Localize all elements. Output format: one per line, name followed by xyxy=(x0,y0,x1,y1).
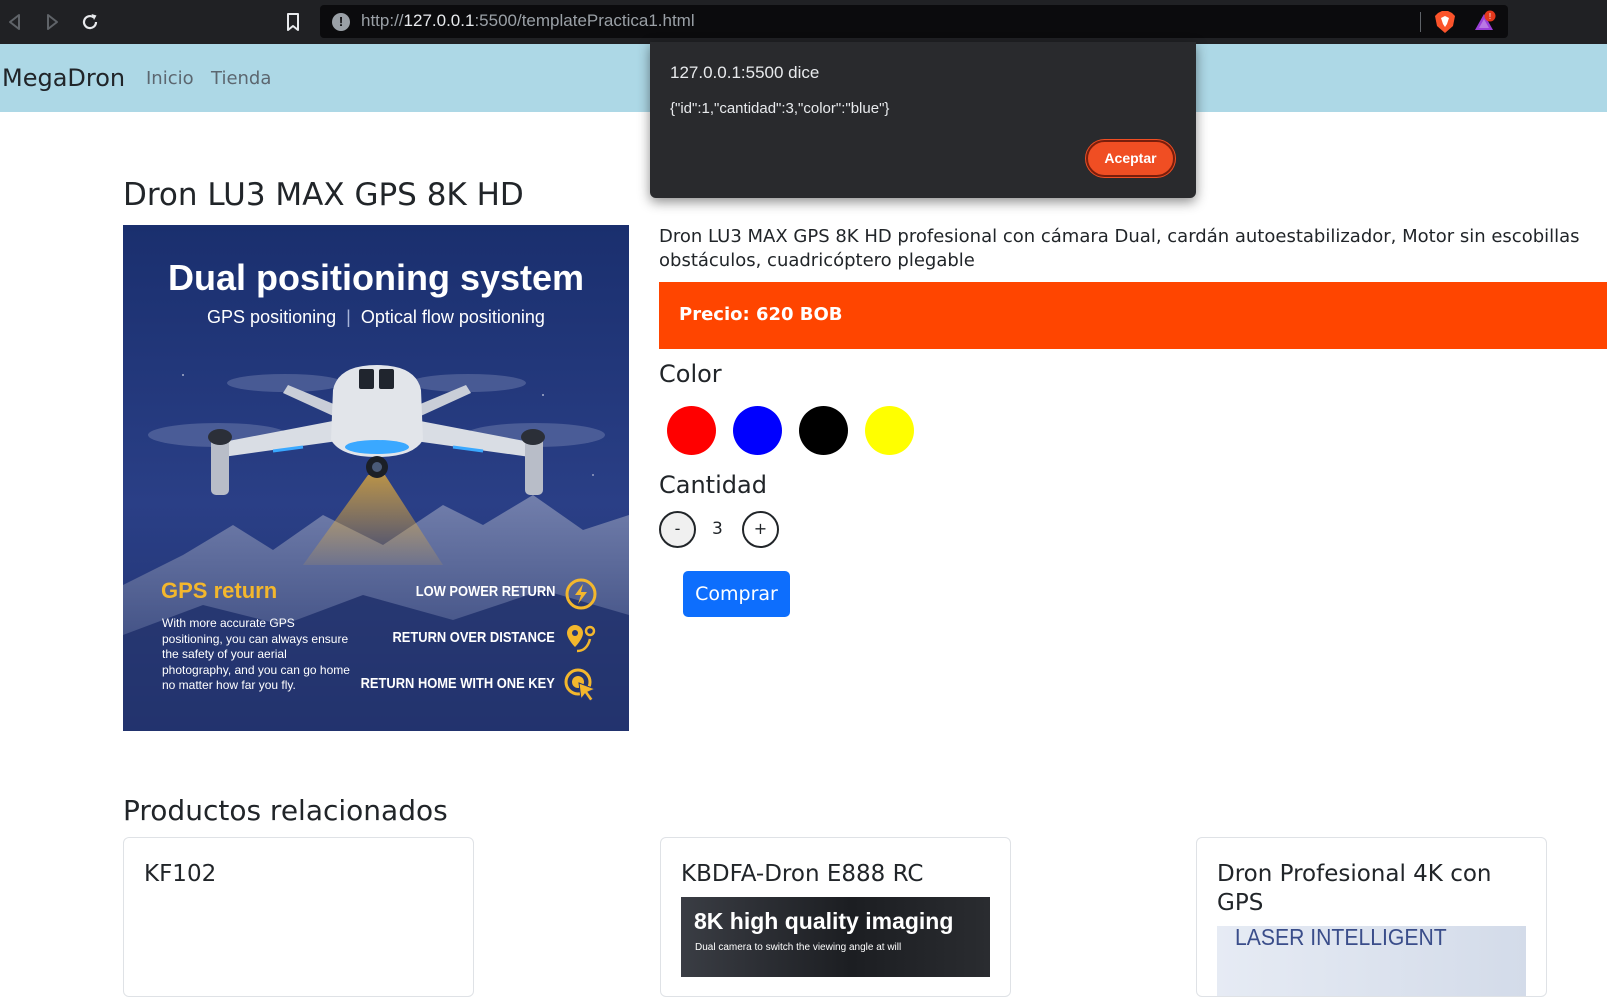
bookmark-icon[interactable] xyxy=(282,11,304,33)
product-title: Dron LU3 MAX GPS 8K HD xyxy=(123,177,524,213)
brand-logo[interactable]: MegaDron xyxy=(2,64,125,92)
color-swatch-red[interactable] xyxy=(667,406,716,455)
buy-button[interactable]: Comprar xyxy=(683,571,790,617)
price-banner: Precio: 620 BOB xyxy=(659,282,1607,349)
card-title: KBDFA-Dron E888 RC xyxy=(681,861,924,887)
lightning-icon xyxy=(563,576,599,612)
color-swatch-blue[interactable] xyxy=(733,406,782,455)
card-image-subtitle: Dual camera to switch the viewing angle … xyxy=(695,942,902,953)
color-label: Color xyxy=(659,360,722,388)
color-swatch-yellow[interactable] xyxy=(865,406,914,455)
feature-return-over-distance: RETURN OVER DISTANCE xyxy=(392,629,555,646)
card-title: Dron Profesional 4K con GPS xyxy=(1217,861,1492,916)
related-product-card[interactable]: Dron Profesional 4K con GPS LASER INTELL… xyxy=(1196,837,1547,997)
forward-icon[interactable] xyxy=(40,10,64,34)
product-description: Dron LU3 MAX GPS 8K HD profesional con c… xyxy=(659,226,1580,271)
related-product-card[interactable]: KF102 xyxy=(123,837,474,997)
feature-low-power-return: LOW POWER RETURN xyxy=(415,583,555,600)
gps-return-title: GPS return xyxy=(161,578,278,603)
color-swatch-black[interactable] xyxy=(799,406,848,455)
url-text: http://127.0.0.1:5500/templatePractica1.… xyxy=(361,11,695,30)
product-image: Dual positioning system GPS positioning … xyxy=(123,225,629,731)
quantity-label: Cantidad xyxy=(659,471,767,499)
image-headline: Dual positioning system xyxy=(167,257,585,298)
price-text: Precio: 620 BOB xyxy=(679,304,843,325)
browser-toolbar: ! http://127.0.0.1:5500/templatePractica… xyxy=(0,0,1607,44)
gps-return-text: With more accurate GPS positioning, you … xyxy=(162,616,350,692)
divider xyxy=(1420,12,1421,32)
card-image-headline: LASER INTELLIGENT xyxy=(1235,926,1447,950)
related-products-title: Productos relacionados xyxy=(123,794,448,827)
quantity-value: 3 xyxy=(712,519,723,539)
brave-rewards-icon[interactable]: ! xyxy=(1473,10,1497,34)
quantity-increase-button[interactable]: + xyxy=(742,511,779,548)
address-bar[interactable]: ! http://127.0.0.1:5500/templatePractica… xyxy=(320,5,1508,38)
card-image: LASER INTELLIGENT xyxy=(1217,926,1526,996)
back-icon[interactable] xyxy=(3,10,27,34)
alert-accept-button[interactable]: Aceptar xyxy=(1086,140,1175,177)
feature-return-home-one-key: RETURN HOME WITH ONE KEY xyxy=(360,675,555,692)
related-product-card[interactable]: KBDFA-Dron E888 RC 8K high quality imagi… xyxy=(660,837,1011,997)
location-pin-icon xyxy=(563,621,599,657)
card-image-headline: 8K high quality imaging xyxy=(694,908,954,934)
svg-text:!: ! xyxy=(1489,12,1491,21)
one-key-tap-icon xyxy=(563,667,599,703)
nav-link-tienda[interactable]: Tienda xyxy=(211,68,271,89)
card-image: 8K high quality imaging Dual camera to s… xyxy=(681,897,990,977)
alert-dialog: 127.0.0.1:5500 dice {"id":1,"cantidad":3… xyxy=(650,42,1196,198)
reload-icon[interactable] xyxy=(78,10,102,34)
quantity-decrease-button[interactable]: - xyxy=(659,511,696,548)
brave-shields-icon[interactable] xyxy=(1434,10,1456,34)
card-title: KF102 xyxy=(144,861,217,887)
nav-link-inicio[interactable]: Inicio xyxy=(146,68,194,89)
alert-message: {"id":1,"cantidad":3,"color":"blue"} xyxy=(670,100,890,117)
alert-title: 127.0.0.1:5500 dice xyxy=(670,63,820,82)
site-info-icon[interactable]: ! xyxy=(332,13,350,31)
image-subtitle: GPS positioning | Optical flow positioni… xyxy=(207,307,545,327)
